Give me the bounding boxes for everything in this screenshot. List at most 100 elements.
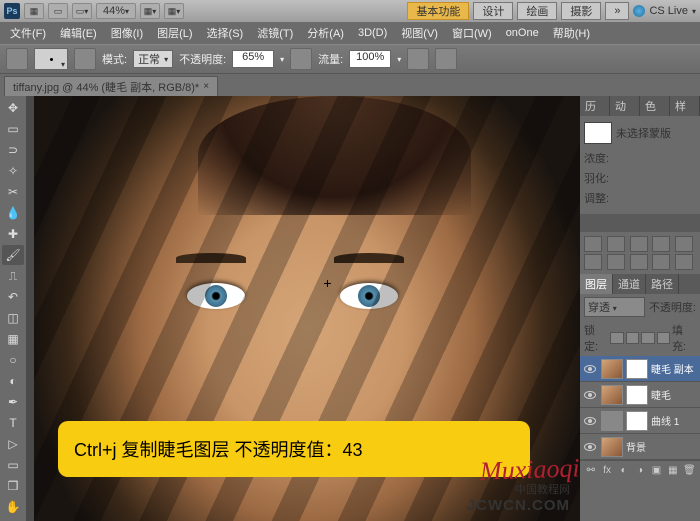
menu-window[interactable]: 窗口(W) — [446, 23, 498, 43]
layer-thumbnail[interactable] — [601, 385, 623, 405]
lasso-tool[interactable]: ⊃ — [2, 140, 24, 160]
layer-mask-thumbnail[interactable] — [626, 411, 648, 431]
workspace-tab-design[interactable]: 设计 — [473, 2, 513, 20]
layer-row[interactable]: 睫毛 — [580, 382, 700, 408]
tool-preset-icon[interactable] — [6, 48, 28, 70]
menu-onone[interactable]: onOne — [500, 25, 545, 41]
path-tool[interactable]: ▷ — [2, 434, 24, 454]
lock-pixels-icon[interactable] — [626, 332, 640, 344]
pressure-opacity-icon[interactable] — [290, 48, 312, 70]
bridge-button[interactable]: ▦ — [24, 3, 44, 19]
document-tab[interactable]: tiffany.jpg @ 44% (睫毛 副本, RGB/8)* × — [4, 76, 218, 96]
menu-view[interactable]: 视图(V) — [395, 23, 444, 43]
menu-select[interactable]: 选择(S) — [201, 23, 250, 43]
minibridge-button[interactable]: ▭ — [48, 3, 68, 19]
layer-name[interactable]: 曲线 1 — [651, 413, 698, 428]
adjustment-icon[interactable]: ◑ — [633, 464, 646, 478]
adj-button[interactable] — [675, 236, 693, 252]
blend-mode-select[interactable]: 正常▾ — [133, 50, 173, 68]
layer-mask-thumbnail[interactable] — [626, 359, 648, 379]
adj-button[interactable] — [607, 236, 625, 252]
brush-panel-toggle[interactable] — [74, 48, 96, 70]
tab-paths[interactable]: 路径 — [646, 274, 679, 294]
layer-thumbnail[interactable] — [601, 437, 623, 457]
pen-tool[interactable]: ✒ — [2, 392, 24, 412]
mask-icon[interactable]: ◐ — [617, 464, 630, 478]
tab-actions[interactable]: 动作 — [610, 96, 640, 116]
marquee-tool[interactable]: ▭ — [2, 119, 24, 139]
adj-button[interactable] — [630, 236, 648, 252]
history-brush-tool[interactable]: ↶ — [2, 287, 24, 307]
tab-styles[interactable]: 样式 — [670, 96, 700, 116]
menu-analysis[interactable]: 分析(A) — [301, 23, 350, 43]
new-layer-icon[interactable]: ▦ — [666, 464, 679, 478]
workspace-more[interactable]: » — [605, 2, 629, 20]
lock-all-icon[interactable] — [657, 332, 671, 344]
menu-3d[interactable]: 3D(D) — [352, 25, 393, 41]
adj-button[interactable] — [675, 254, 693, 270]
tab-layers[interactable]: 图层 — [580, 274, 613, 294]
brush-tool[interactable]: 🖌 — [2, 245, 24, 265]
adj-button[interactable] — [652, 254, 670, 270]
workspace-tab-painting[interactable]: 绘画 — [517, 2, 557, 20]
group-icon[interactable]: ▣ — [650, 464, 663, 478]
link-layers-icon[interactable]: ⚯ — [584, 464, 597, 478]
eraser-tool[interactable]: ◫ — [2, 308, 24, 328]
tab-history[interactable]: 历史 — [580, 96, 610, 116]
screenmode-button[interactable]: ▭▾ — [72, 3, 92, 19]
shape-tool[interactable]: ▭ — [2, 455, 24, 475]
hand-tool[interactable]: ✋ — [2, 497, 24, 517]
layer-thumbnail[interactable] — [601, 359, 623, 379]
move-tool[interactable]: ✥ — [2, 98, 24, 118]
layer-thumbnail[interactable] — [601, 411, 623, 431]
brush-preview[interactable]: ▾ — [34, 48, 68, 70]
lock-transparency-icon[interactable] — [610, 332, 624, 344]
menu-help[interactable]: 帮助(H) — [547, 23, 596, 43]
tab-swatches[interactable]: 色板 — [640, 96, 670, 116]
menu-layer[interactable]: 图层(L) — [151, 23, 198, 43]
workspace-tab-photography[interactable]: 摄影 — [561, 2, 601, 20]
layer-name[interactable]: 背景 — [626, 439, 698, 454]
type-tool[interactable]: T — [2, 413, 24, 433]
adj-button[interactable] — [652, 236, 670, 252]
visibility-icon[interactable] — [584, 443, 596, 451]
tab-channels[interactable]: 通道 — [613, 274, 646, 294]
workspace-tab-essentials[interactable]: 基本功能 — [407, 2, 469, 20]
gradient-tool[interactable]: ▦ — [2, 329, 24, 349]
extras-button[interactable]: ▦▾ — [164, 3, 184, 19]
visibility-icon[interactable] — [584, 417, 596, 425]
healing-tool[interactable]: ✚ — [2, 224, 24, 244]
menu-edit[interactable]: 编辑(E) — [54, 23, 103, 43]
canvas[interactable]: + Ctrl+j 复制睫毛图层 不透明度值：43 Muxiaoqi 中国教程网 … — [34, 96, 580, 521]
blend-mode-select[interactable]: 穿透 ▾ — [584, 297, 645, 317]
crop-tool[interactable]: ✂ — [2, 182, 24, 202]
layer-row[interactable]: 背景 — [580, 434, 700, 460]
menu-image[interactable]: 图像(I) — [105, 23, 149, 43]
layer-row[interactable]: 曲线 1 — [580, 408, 700, 434]
airbrush-icon[interactable] — [407, 48, 429, 70]
lock-position-icon[interactable] — [641, 332, 655, 344]
layer-row[interactable]: 睫毛 副本 — [580, 356, 700, 382]
adj-button[interactable] — [584, 236, 602, 252]
stamp-tool[interactable]: ⎍ — [2, 266, 24, 286]
eyedropper-tool[interactable]: 💧 — [2, 203, 24, 223]
cslive-button[interactable]: CS Live ▾ — [633, 5, 696, 17]
close-tab-icon[interactable]: × — [203, 81, 209, 92]
wand-tool[interactable]: ✧ — [2, 161, 24, 181]
adj-button[interactable] — [607, 254, 625, 270]
dodge-tool[interactable]: ◐ — [2, 371, 24, 391]
opacity-input[interactable]: 65% — [232, 50, 274, 68]
menu-filter[interactable]: 滤镜(T) — [251, 23, 299, 43]
visibility-icon[interactable] — [584, 365, 596, 373]
arrange-button[interactable]: ▦▾ — [140, 3, 160, 19]
flow-input[interactable]: 100% — [349, 50, 391, 68]
adj-button[interactable] — [630, 254, 648, 270]
blur-tool[interactable]: ○ — [2, 350, 24, 370]
delete-icon[interactable]: 🗑 — [683, 464, 696, 478]
visibility-icon[interactable] — [584, 391, 596, 399]
layer-name[interactable]: 睫毛 — [651, 387, 698, 402]
fx-icon[interactable]: fx — [600, 464, 613, 478]
menu-file[interactable]: 文件(F) — [4, 23, 52, 43]
3d-tool[interactable]: ❒ — [2, 476, 24, 496]
adj-button[interactable] — [584, 254, 602, 270]
